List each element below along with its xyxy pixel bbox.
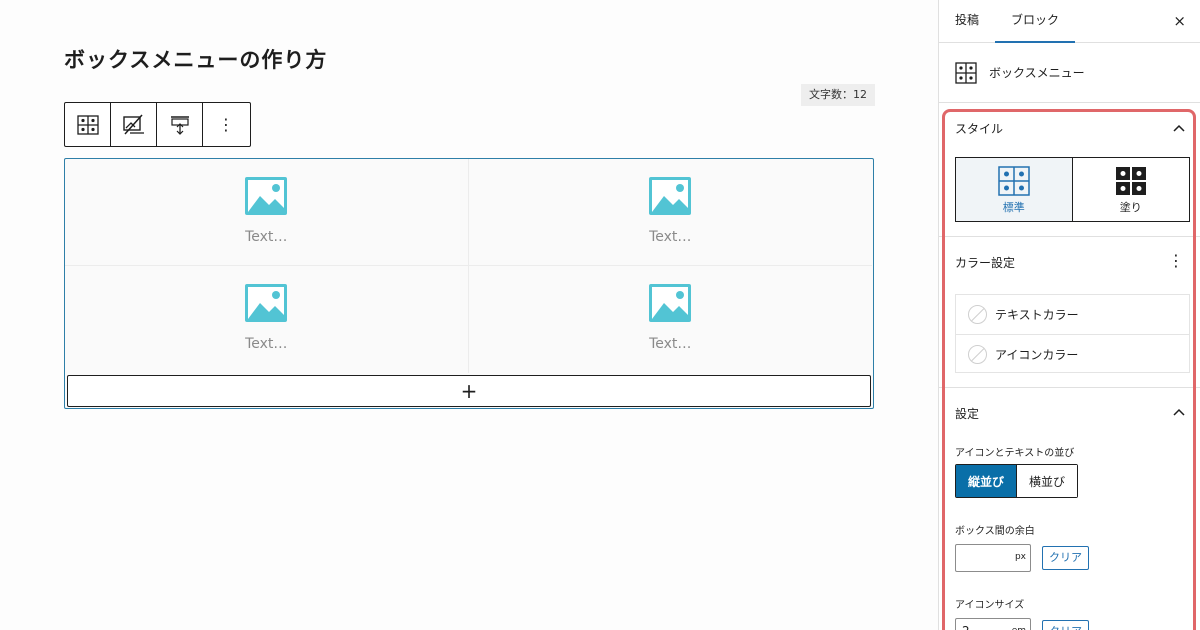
standard-style-icon bbox=[998, 166, 1030, 196]
icon-size-label: アイコンサイズ bbox=[955, 600, 1025, 611]
post-title[interactable]: ボックスメニューの作り方 bbox=[64, 44, 327, 74]
style-options: 標準 塗り bbox=[955, 157, 1190, 222]
block-card: ボックスメニュー bbox=[939, 43, 1200, 103]
box-menu-item-text[interactable]: Text… bbox=[649, 229, 691, 245]
chevron-up-icon[interactable] bbox=[1172, 123, 1186, 133]
fill-style-icon bbox=[1115, 167, 1146, 195]
icon-size-unit: em bbox=[1012, 626, 1026, 630]
style-option-label: 塗り bbox=[1119, 201, 1142, 214]
arrangement-label: アイコンとテキストの並び bbox=[955, 448, 1075, 459]
icon-size-value: 2 bbox=[962, 624, 970, 630]
char-count-badge: 文字数：12 bbox=[801, 84, 875, 106]
color-options-icon[interactable]: ⋮ bbox=[1168, 252, 1184, 270]
icon-size-clear-button[interactable]: クリア bbox=[1042, 620, 1089, 630]
add-item-button[interactable]: + bbox=[67, 375, 871, 407]
style-option-label: 標準 bbox=[1002, 201, 1025, 214]
box-gap-label: ボックス間の余白 bbox=[955, 526, 1035, 537]
box-menu-item-text[interactable]: Text… bbox=[649, 336, 691, 352]
more-options-icon: ⋮ bbox=[218, 115, 234, 134]
hide-image-button[interactable] bbox=[111, 103, 157, 146]
panel-divider bbox=[939, 387, 1200, 388]
box-menu-item[interactable]: Text… bbox=[65, 159, 469, 266]
tab-post[interactable]: 投稿 bbox=[955, 0, 979, 43]
box-menu-block-icon bbox=[76, 114, 99, 135]
image-icon bbox=[245, 177, 288, 215]
image-icon bbox=[649, 177, 692, 215]
empty-color-swatch-icon bbox=[968, 305, 987, 324]
settings-panel-title[interactable]: 設定 bbox=[955, 405, 979, 422]
box-menu-item[interactable]: Text… bbox=[468, 159, 872, 266]
icon-size-input[interactable]: 2 em bbox=[955, 618, 1031, 630]
box-menu-grid: Text… Text… Text… Text… bbox=[65, 159, 872, 373]
box-menu-item[interactable]: Text… bbox=[469, 266, 873, 373]
box-menu-block-icon bbox=[955, 61, 977, 84]
color-settings-list: テキストカラー アイコンカラー bbox=[955, 294, 1190, 373]
arrangement-toggle: 縦並び 横並び bbox=[955, 464, 1079, 498]
style-option-fill[interactable]: 塗り bbox=[1073, 158, 1190, 221]
vertical-arrangement-button[interactable]: 縦並び bbox=[956, 465, 1018, 497]
box-menu-block[interactable]: Text… Text… Text… Text… + bbox=[64, 158, 874, 409]
image-icon bbox=[245, 284, 288, 322]
color-item-label: アイコンカラー bbox=[995, 347, 1079, 362]
box-gap-clear-button[interactable]: クリア bbox=[1042, 546, 1089, 570]
empty-color-swatch-icon bbox=[968, 344, 987, 364]
box-menu-item-text[interactable]: Text… bbox=[245, 229, 287, 245]
more-options-button[interactable]: ⋮ bbox=[203, 103, 249, 146]
image-icon bbox=[649, 284, 692, 322]
vertical-align-button[interactable] bbox=[157, 103, 203, 146]
vertical-align-icon bbox=[170, 115, 189, 135]
chevron-up-icon[interactable] bbox=[1172, 407, 1186, 417]
horizontal-arrangement-button[interactable]: 横並び bbox=[1017, 465, 1078, 497]
block-type-button[interactable] bbox=[65, 103, 111, 146]
panel-divider bbox=[939, 236, 1200, 237]
close-icon[interactable]: × bbox=[1173, 12, 1186, 30]
block-toolbar: ⋮ bbox=[64, 102, 251, 147]
box-menu-item[interactable]: Text… bbox=[65, 266, 469, 373]
color-panel-title: カラー設定 bbox=[955, 256, 1016, 270]
box-gap-unit: px bbox=[1014, 552, 1026, 562]
sidebar-tabs: 投稿 ブロック × bbox=[939, 0, 1200, 43]
style-option-standard[interactable]: 標準 bbox=[956, 158, 1073, 221]
style-panel-title[interactable]: スタイル bbox=[955, 120, 1003, 137]
tab-block[interactable]: ブロック bbox=[995, 0, 1076, 43]
box-menu-item-text[interactable]: Text… bbox=[245, 336, 287, 352]
box-gap-input[interactable]: px bbox=[955, 544, 1031, 572]
settings-sidebar: 投稿 ブロック × ボックスメニュー スタイル 標準 塗り カラー設定 ⋮ テキ… bbox=[938, 0, 1200, 630]
block-name: ボックスメニュー bbox=[989, 66, 1085, 80]
icon-color-item[interactable]: アイコンカラー bbox=[956, 334, 1189, 373]
no-image-icon bbox=[122, 113, 144, 135]
color-item-label: テキストカラー bbox=[995, 308, 1079, 322]
text-color-item[interactable]: テキストカラー bbox=[956, 295, 1189, 334]
